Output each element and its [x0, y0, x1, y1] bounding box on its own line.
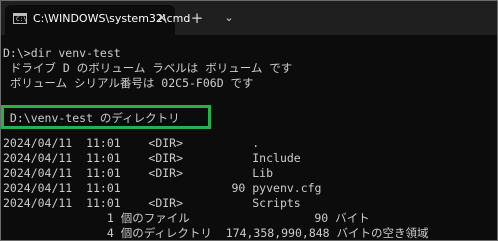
title-bar: C:\ C:\WINDOWS\system32\cmd ✕ + ⌄ — [1, 1, 497, 35]
close-tab-icon[interactable]: ✕ — [155, 11, 169, 25]
dir-entry-row: 2024/04/11 11:01 90 pyvenv.cfg — [3, 181, 322, 195]
tab-dropdown-icon[interactable]: ⌄ — [221, 10, 237, 26]
summary-files: 1 個のファイル 90 バイト — [3, 211, 370, 225]
terminal-window: C:\ C:\WINDOWS\system32\cmd ✕ + ⌄ D:\>di… — [0, 0, 498, 241]
new-tab-button[interactable]: + — [189, 10, 205, 26]
cmd-icon-glyph: C:\ — [16, 16, 27, 23]
console-line: ドライブ D のボリューム ラベルは ボリューム です — [3, 61, 293, 75]
console-output[interactable]: D:\>dir venv-test ドライブ D のボリューム ラベルは ボリュ… — [3, 45, 497, 240]
tab-cmd[interactable]: C:\ C:\WINDOWS\system32\cmd ✕ — [5, 5, 190, 35]
highlight-box — [1, 105, 211, 129]
summary-dirs: 4 個のディレクトリ 174,358,990,848 バイトの空き領域 — [3, 226, 429, 240]
dir-entry-row: 2024/04/11 11:01 <DIR> Lib — [3, 166, 274, 180]
dir-entry-row: 2024/04/11 11:01 <DIR> Include — [3, 151, 301, 165]
cmd-icon: C:\ — [13, 13, 27, 24]
console-line: ボリューム シリアル番号は 02C5-F06D です — [3, 76, 254, 90]
dir-entry-row: 2024/04/11 11:01 <DIR> . — [3, 136, 260, 150]
console-line: D:\>dir venv-test — [3, 46, 121, 60]
dir-entry-row: 2024/04/11 11:01 <DIR> Scripts — [3, 196, 301, 210]
